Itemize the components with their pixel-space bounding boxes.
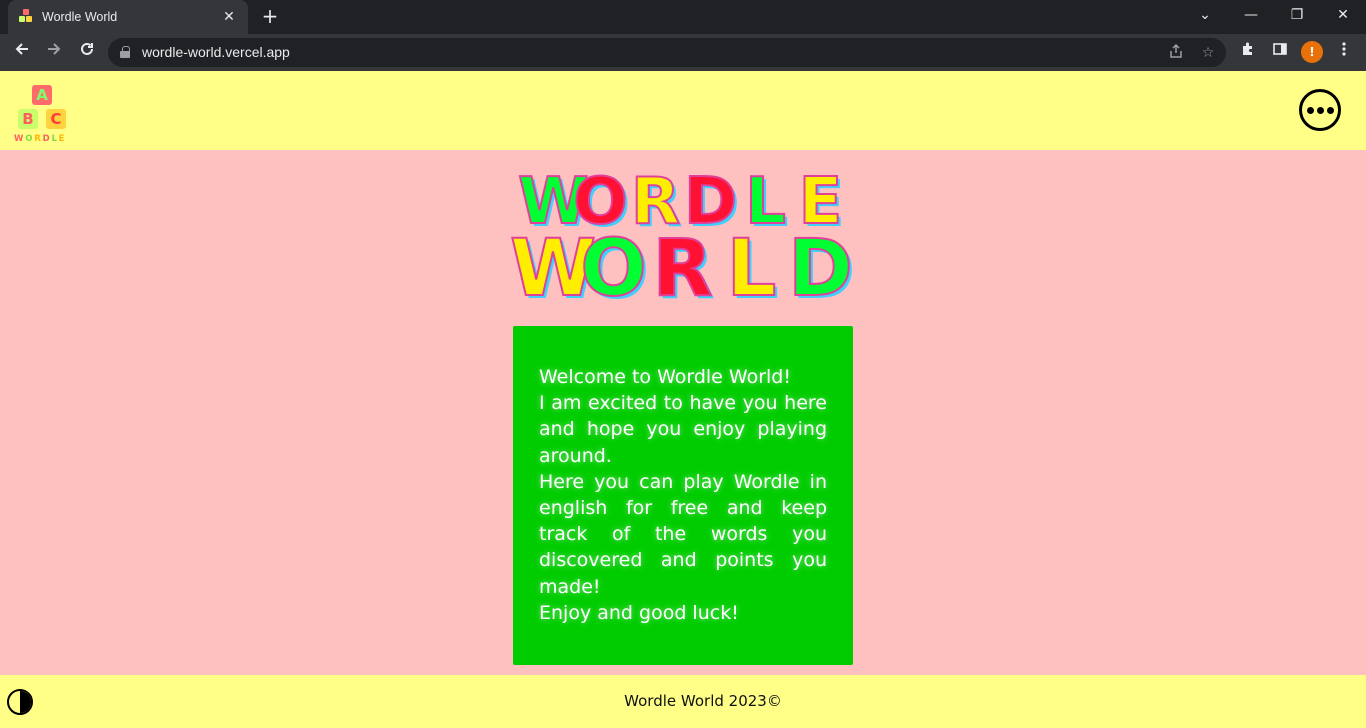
share-icon[interactable] [1166, 43, 1186, 63]
title-letter: L [726, 224, 778, 314]
welcome-heading: Welcome to Wordle World! [539, 366, 791, 388]
browser-toolbar: wordle-world.vercel.app ☆ ! [0, 34, 1366, 71]
forward-icon[interactable] [42, 40, 66, 64]
reload-icon[interactable] [75, 40, 99, 64]
url-text: wordle-world.vercel.app [142, 44, 290, 60]
welcome-text-2: Here you can play Wordle in english for … [539, 470, 827, 598]
back-icon[interactable] [10, 40, 34, 64]
more-horizontal-icon[interactable] [1299, 89, 1341, 131]
tab-title: Wordle World [42, 10, 118, 24]
address-bar[interactable]: wordle-world.vercel.app ☆ [108, 38, 1226, 67]
site-footer: Wordle World 2023© [0, 675, 1366, 728]
extensions-icon[interactable] [1237, 41, 1259, 63]
title-letter: O [579, 224, 647, 314]
favicon-icon [18, 9, 34, 25]
logo-block-c: C [46, 109, 66, 129]
logo-letter: L [51, 134, 59, 144]
welcome-text-1: I am excited to have you here and hope y… [539, 392, 827, 467]
close-window-button[interactable]: ✕ [1320, 0, 1366, 32]
bookmark-star-icon[interactable]: ☆ [1198, 43, 1218, 63]
tab-close-icon[interactable]: ✕ [220, 9, 238, 25]
logo-letter: R [34, 134, 43, 144]
welcome-card: Welcome to Wordle World! I am excited to… [513, 326, 853, 665]
site-logo[interactable]: A B C WORDLE [12, 83, 76, 145]
title-letter: R [651, 224, 713, 314]
logo-letter: O [25, 134, 35, 144]
new-tab-button[interactable]: + [259, 5, 281, 27]
restore-button[interactable]: ❐ [1274, 0, 1320, 32]
wordle-world-title: WORDLE WORLD [509, 169, 856, 314]
minimize-button[interactable]: — [1228, 0, 1274, 32]
logo-block-a: A [32, 85, 52, 105]
browser-menu-icon[interactable] [1333, 41, 1355, 63]
side-panel-icon[interactable] [1269, 41, 1291, 63]
tab-search-icon[interactable]: ⌄ [1182, 0, 1228, 32]
site-header: A B C WORDLE [0, 71, 1366, 150]
copyright-text: Wordle World 2023© [624, 692, 782, 710]
title-letter: D [787, 224, 854, 314]
logo-letter: E [58, 134, 67, 144]
logo-letter: W [14, 134, 26, 144]
logo-wordmark: WORDLE [14, 134, 66, 144]
profile-avatar[interactable]: ! [1301, 41, 1323, 63]
title-letter: W [509, 224, 597, 314]
title-line-2: WORLD [509, 224, 856, 314]
browser-tab[interactable]: Wordle World ✕ [8, 0, 248, 34]
lock-icon [120, 46, 130, 58]
logo-block-b: B [18, 109, 38, 129]
welcome-text-3: Enjoy and good luck! [539, 601, 739, 624]
browser-tabbar: Wordle World ✕ + ⌄ — ❐ ✕ [0, 0, 1366, 34]
